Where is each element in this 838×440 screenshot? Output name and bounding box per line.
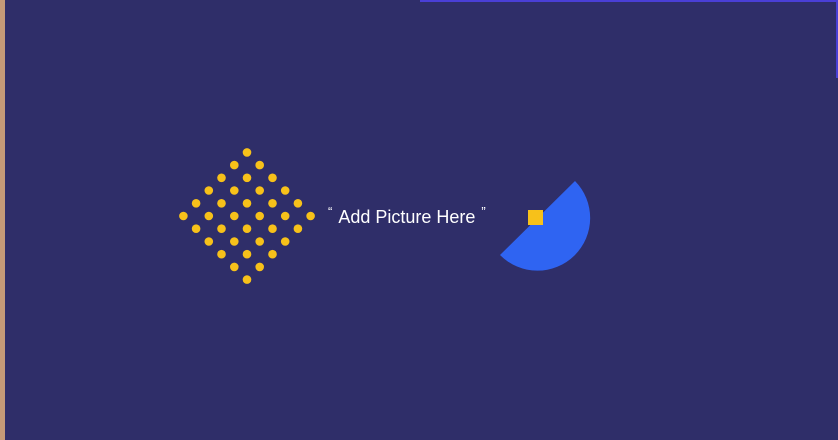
caption-text: Add Picture Here <box>338 207 476 227</box>
yellow-square <box>528 210 543 225</box>
open-quote: “ <box>328 204 333 219</box>
close-quote: ” <box>481 204 486 219</box>
picture-placeholder-caption: “ Add Picture Here ” <box>328 205 486 229</box>
